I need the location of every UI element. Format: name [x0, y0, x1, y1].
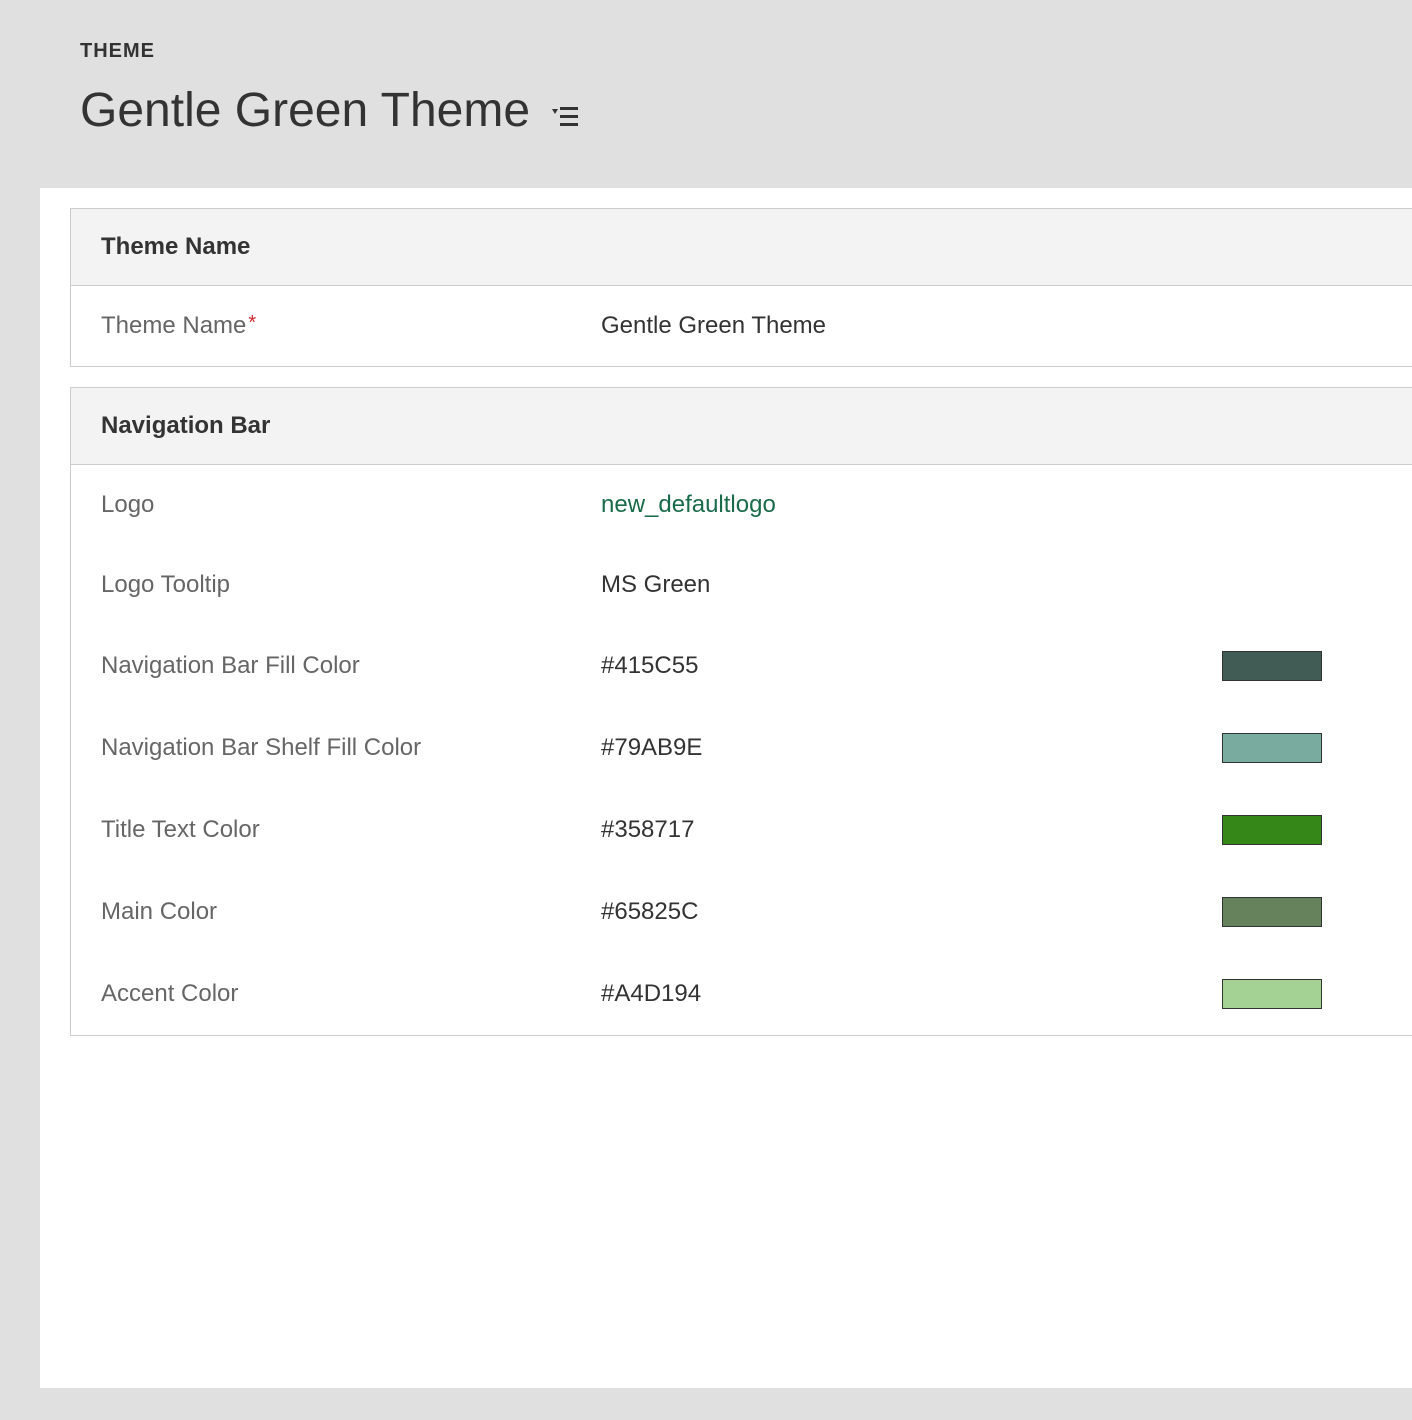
field-logo-tooltip-label: Logo Tooltip [101, 571, 601, 599]
swatch-main-color[interactable] [1222, 897, 1322, 927]
required-asterisk-icon: * [248, 312, 256, 334]
page-title: Gentle Green Theme [80, 83, 530, 138]
field-nav-shelf-fill-color[interactable]: Navigation Bar Shelf Fill Color #79AB9E [71, 707, 1412, 789]
field-nav-fill-color[interactable]: Navigation Bar Fill Color #415C55 [71, 625, 1412, 707]
field-logo-tooltip-value[interactable]: MS Green [601, 571, 921, 599]
swatch-title-text-color[interactable] [1222, 815, 1322, 845]
field-theme-name-label: Theme Name* [101, 312, 601, 340]
swatch-nav-fill-color[interactable] [1222, 651, 1322, 681]
field-nav-shelf-fill-color-value[interactable]: #79AB9E [601, 734, 921, 762]
field-main-color[interactable]: Main Color #65825C [71, 871, 1412, 953]
field-logo-value[interactable]: new_defaultlogo [601, 491, 921, 519]
section-theme-name: Theme Name Theme Name* Gentle Green Them… [70, 208, 1412, 367]
field-logo[interactable]: Logo new_defaultlogo [71, 465, 1412, 545]
field-title-text-color-value[interactable]: #358717 [601, 816, 921, 844]
field-nav-fill-color-value[interactable]: #415C55 [601, 652, 921, 680]
field-title-text-color[interactable]: Title Text Color #358717 [71, 789, 1412, 871]
field-accent-color-label: Accent Color [101, 980, 601, 1008]
entity-type-label: THEME [80, 40, 1412, 63]
field-nav-shelf-fill-color-label: Navigation Bar Shelf Fill Color [101, 734, 601, 762]
page-header: THEME Gentle Green Theme [0, 0, 1412, 188]
field-accent-color[interactable]: Accent Color #A4D194 [71, 953, 1412, 1035]
section-navigation-bar: Navigation Bar Logo new_defaultlogo Logo… [70, 387, 1412, 1036]
record-menu-icon[interactable] [550, 105, 580, 129]
field-logo-label: Logo [101, 491, 601, 519]
field-accent-color-value[interactable]: #A4D194 [601, 980, 921, 1008]
field-theme-name[interactable]: Theme Name* Gentle Green Theme [71, 286, 1412, 366]
field-title-text-color-label: Title Text Color [101, 816, 601, 844]
swatch-nav-shelf-fill-color[interactable] [1222, 733, 1322, 763]
content-card: Theme Name Theme Name* Gentle Green Them… [40, 188, 1412, 1388]
field-main-color-label: Main Color [101, 898, 601, 926]
field-main-color-value[interactable]: #65825C [601, 898, 921, 926]
swatch-accent-color[interactable] [1222, 979, 1322, 1009]
field-theme-name-value[interactable]: Gentle Green Theme [601, 312, 921, 340]
section-theme-name-header: Theme Name [71, 209, 1412, 286]
field-logo-tooltip[interactable]: Logo Tooltip MS Green [71, 545, 1412, 625]
section-navigation-bar-header: Navigation Bar [71, 388, 1412, 465]
field-nav-fill-color-label: Navigation Bar Fill Color [101, 652, 601, 680]
